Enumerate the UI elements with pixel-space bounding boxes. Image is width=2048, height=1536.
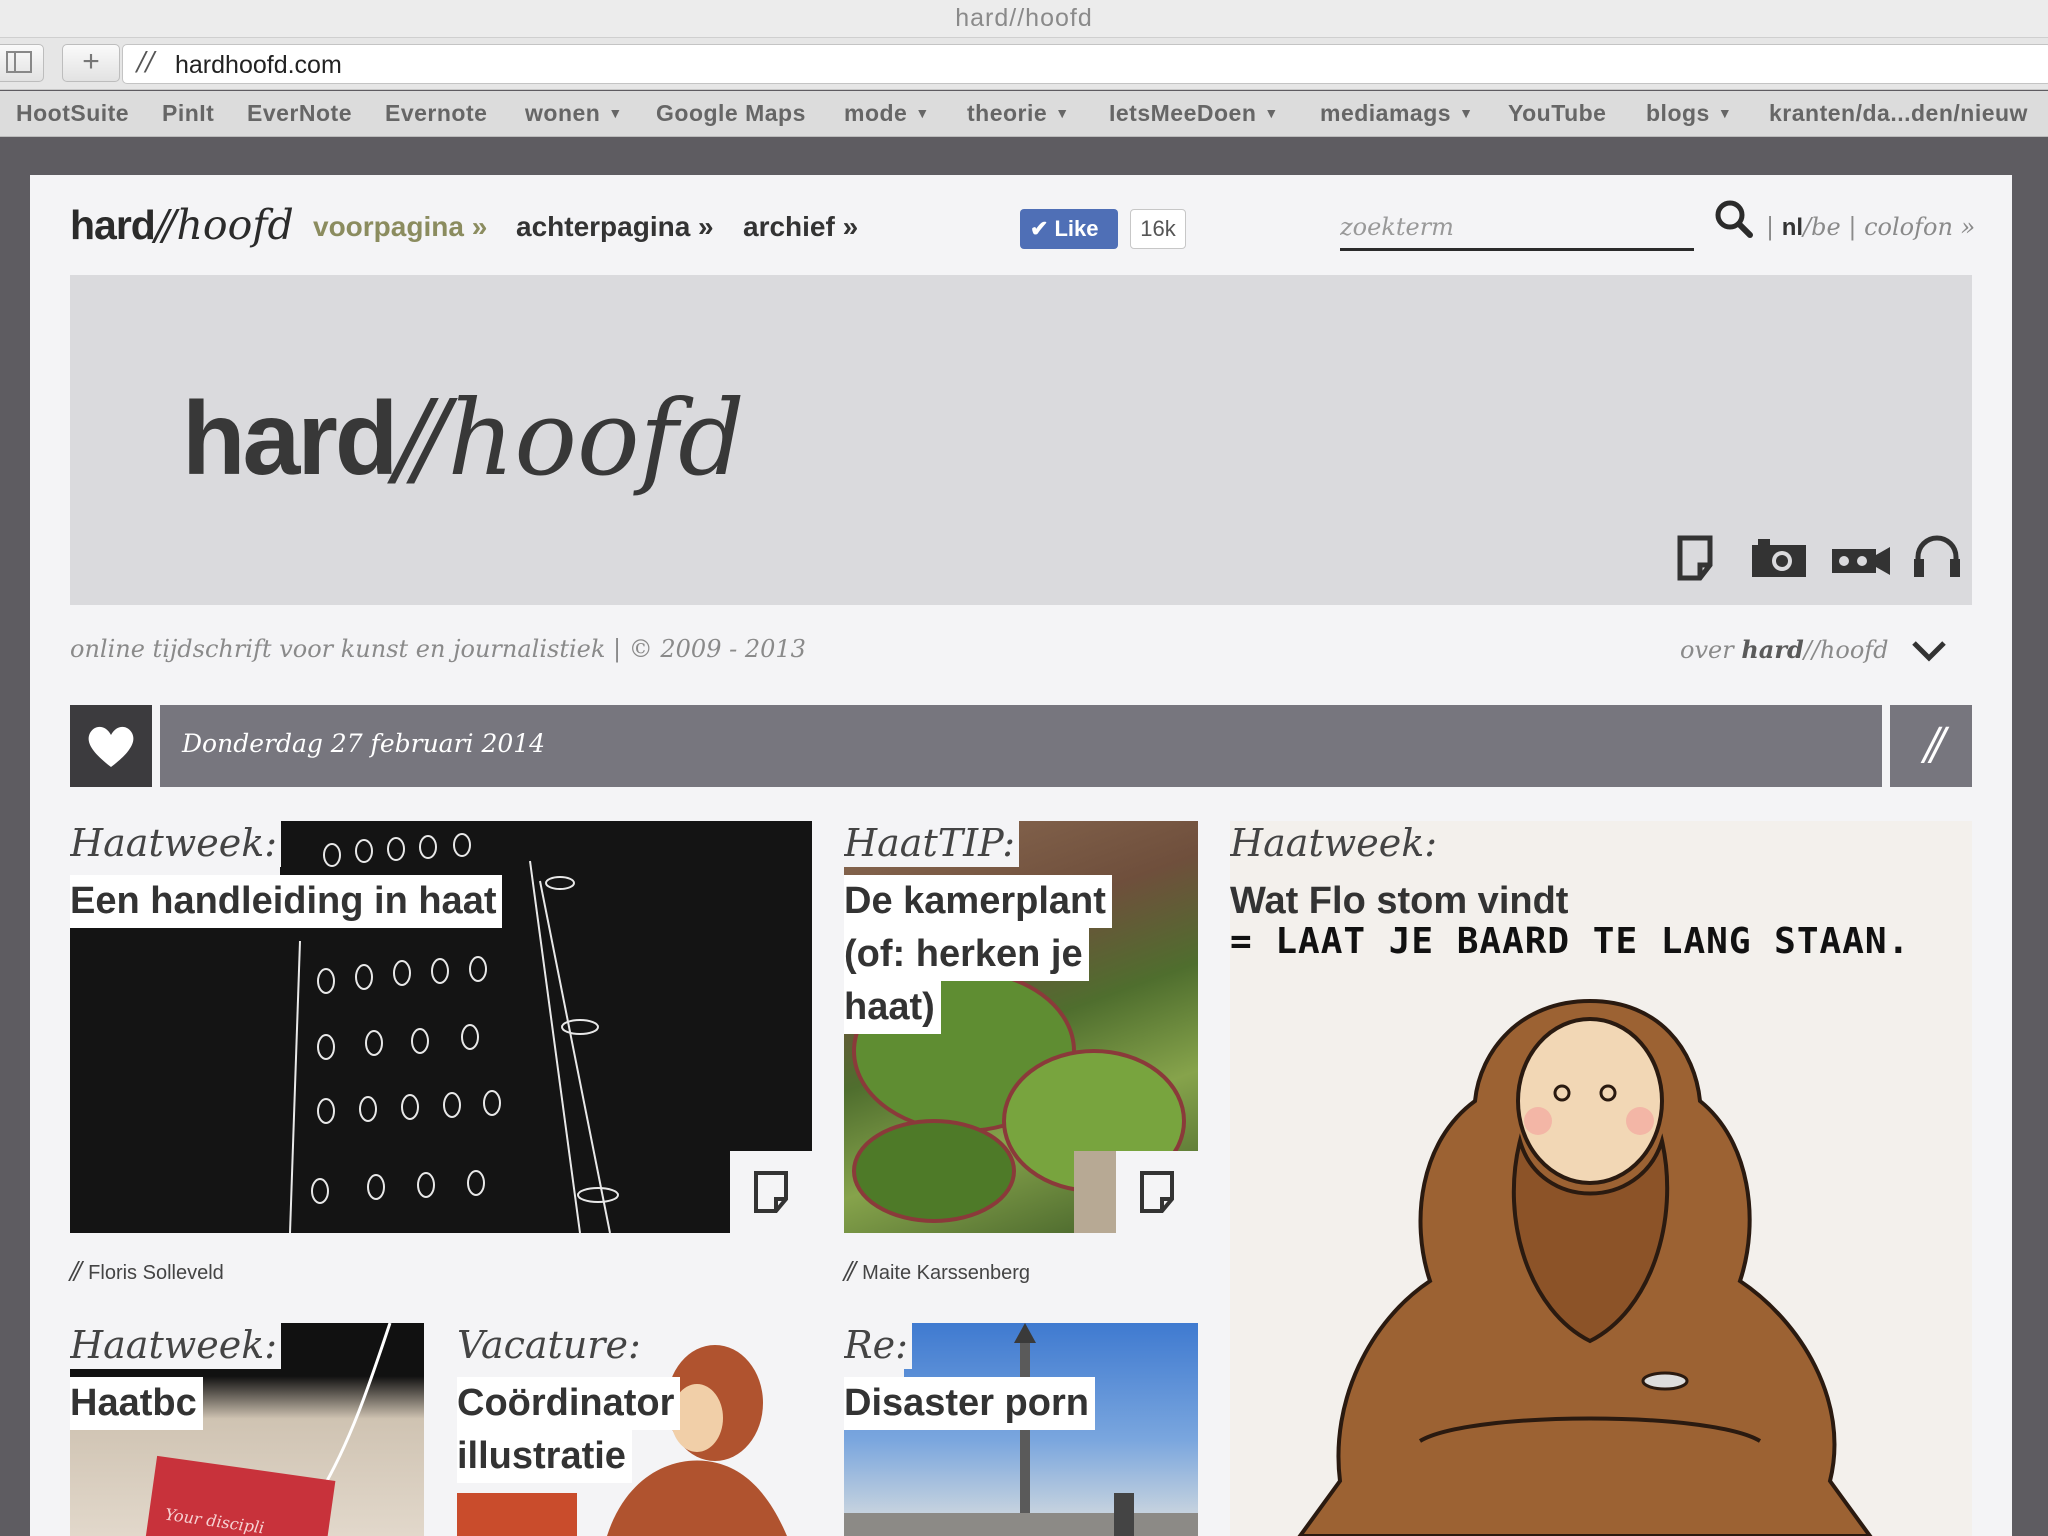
slash-icon: // <box>844 1257 856 1285</box>
about-toggle[interactable]: over hard//hoofd <box>1680 635 1889 664</box>
site-tagline: online tijdschrift voor kunst en journal… <box>70 635 806 663</box>
bookmark-folder-mediamags[interactable]: mediamags ▼ <box>1320 100 1473 127</box>
slash-icon: // <box>70 1257 82 1285</box>
article-card-flo[interactable]: = LAAT JE BAARD TE LANG STAAN. Haatweek:… <box>1230 821 1972 1536</box>
lang-nl-link[interactable]: nl <box>1782 214 1803 241</box>
article-category: Haatweek: <box>1230 821 1438 865</box>
article-title-line[interactable]: haat) <box>844 981 941 1034</box>
url-field[interactable]: // hardhoofd.com <box>122 44 2048 84</box>
article-byline: // Maite Karssenberg <box>844 1257 1030 1285</box>
article-title-line[interactable]: De kamerplant <box>844 875 1112 928</box>
new-tab-button[interactable]: + <box>62 44 120 82</box>
article-title[interactable]: Een handleiding in haat <box>70 875 503 928</box>
bookmarks-bar: HootSuite PinIt EverNote Evernote wonen ▼… <box>0 91 2048 137</box>
nav-achterpagina[interactable]: achterpagina » <box>516 211 714 243</box>
bookmark-folder-ietsmeedoen[interactable]: IetsMeeDoen ▼ <box>1109 100 1279 127</box>
article-card-vacature[interactable]: Vacature: Coördinator illustratie <box>457 1323 811 1536</box>
caret-down-icon: ▼ <box>1459 105 1474 121</box>
headphones-icon[interactable] <box>1912 533 1962 579</box>
article-title[interactable]: Wat Flo stom vindt <box>1230 875 1574 928</box>
nav-voorpagina[interactable]: voorpagina » <box>313 211 487 243</box>
site-favicon-icon: // <box>137 47 155 77</box>
language-links: | nl/be | colofon » <box>1766 213 1976 241</box>
address-toolbar: + // hardhoofd.com <box>0 38 2048 90</box>
article-category: HaatTIP: <box>844 821 1020 867</box>
article-title-line[interactable]: (of: herken je <box>844 928 1089 981</box>
article-category: Haatweek: <box>70 1323 282 1369</box>
article-card-kamerplant[interactable]: HaatTIP: De kamerplant (of: herken je ha… <box>844 821 1198 1233</box>
article-title[interactable]: Disaster porn <box>844 1377 1095 1430</box>
article-card-haatbc[interactable]: Your discipli Haatweek: Haatbc <box>70 1323 424 1536</box>
header-banner: hard//hoofd <box>70 275 1972 605</box>
camera-icon[interactable] <box>1750 537 1808 579</box>
author-link[interactable]: Floris Solleveld <box>88 1262 224 1284</box>
search-input[interactable] <box>1340 205 1694 251</box>
bookmark-hootsuite[interactable]: HootSuite <box>16 100 129 127</box>
sidebar-toggle-button[interactable] <box>0 44 44 82</box>
caret-down-icon: ▼ <box>1264 105 1279 121</box>
bookmark-pinit[interactable]: PinIt <box>162 100 214 127</box>
current-date: Donderdag 27 februari 2014 <box>182 729 546 758</box>
search-icon[interactable] <box>1710 195 1758 243</box>
caret-down-icon: ▼ <box>1717 105 1733 121</box>
article-category: Re: <box>844 1323 912 1369</box>
document-icon <box>754 1171 788 1213</box>
checkmark-icon: ✔ <box>1030 216 1049 241</box>
article-card-disaster-porn[interactable]: Re: Disaster porn <box>844 1323 1198 1536</box>
document-icon[interactable] <box>1676 535 1718 581</box>
bookmark-folder-wonen[interactable]: wonen ▼ <box>525 100 623 127</box>
article-category: Vacature: <box>457 1323 645 1369</box>
document-icon <box>1140 1171 1174 1213</box>
article-title-line[interactable]: illustratie <box>457 1430 632 1483</box>
like-count: 16k <box>1130 209 1186 249</box>
favorites-button[interactable] <box>70 705 152 787</box>
web-page: hard//hoofd voorpagina » achterpagina » … <box>30 175 2012 1536</box>
banner-logo[interactable]: hard//hoofd <box>182 377 745 499</box>
menu-slash-button[interactable]: // <box>1890 705 1972 787</box>
bookmark-kranten[interactable]: kranten/da...den/nieuw <box>1769 100 2028 127</box>
chevron-down-icon[interactable] <box>1910 637 1948 665</box>
caret-down-icon: ▼ <box>1055 105 1070 121</box>
site-logo[interactable]: hard//hoofd <box>70 201 294 249</box>
sidebar-icon <box>6 51 32 73</box>
bookmark-evernote-1[interactable]: EverNote <box>247 100 352 127</box>
bookmark-folder-blogs[interactable]: blogs ▼ <box>1646 100 1732 127</box>
date-bar: Donderdag 27 februari 2014 <box>160 705 1882 787</box>
nav-archief[interactable]: archief » <box>743 211 858 243</box>
bookmark-folder-mode[interactable]: mode ▼ <box>844 100 930 127</box>
facebook-like-button[interactable]: ✔ Like <box>1020 209 1118 249</box>
bookmark-google-maps[interactable]: Google Maps <box>656 100 806 127</box>
article-category: Haatweek: <box>70 821 282 867</box>
bookmark-youtube[interactable]: YouTube <box>1508 100 1606 127</box>
article-byline: // Floris Solleveld <box>70 1257 224 1285</box>
colofon-link[interactable]: colofon » <box>1864 213 1975 241</box>
article-card-handleiding[interactable]: Haatweek: Een handleiding in haat <box>70 821 812 1233</box>
author-link[interactable]: Maite Karssenberg <box>862 1262 1030 1284</box>
bookmark-evernote-2[interactable]: Evernote <box>385 100 487 127</box>
url-text: hardhoofd.com <box>175 51 342 79</box>
article-title[interactable]: Haatbc <box>70 1377 203 1430</box>
window-titlebar: hard//hoofd <box>0 0 2048 38</box>
caret-down-icon: ▼ <box>915 105 930 121</box>
video-camera-icon[interactable] <box>1830 545 1892 577</box>
bookmark-folder-theorie[interactable]: theorie ▼ <box>967 100 1070 127</box>
article-title-line[interactable]: Coördinator <box>457 1377 681 1430</box>
window-title: hard//hoofd <box>955 4 1093 32</box>
plus-icon: + <box>82 45 100 78</box>
heart-icon <box>88 726 134 767</box>
bearded-man-illustration <box>1297 998 1873 1536</box>
lang-be-link[interactable]: /be <box>1803 213 1841 241</box>
caret-down-icon: ▼ <box>608 105 623 121</box>
